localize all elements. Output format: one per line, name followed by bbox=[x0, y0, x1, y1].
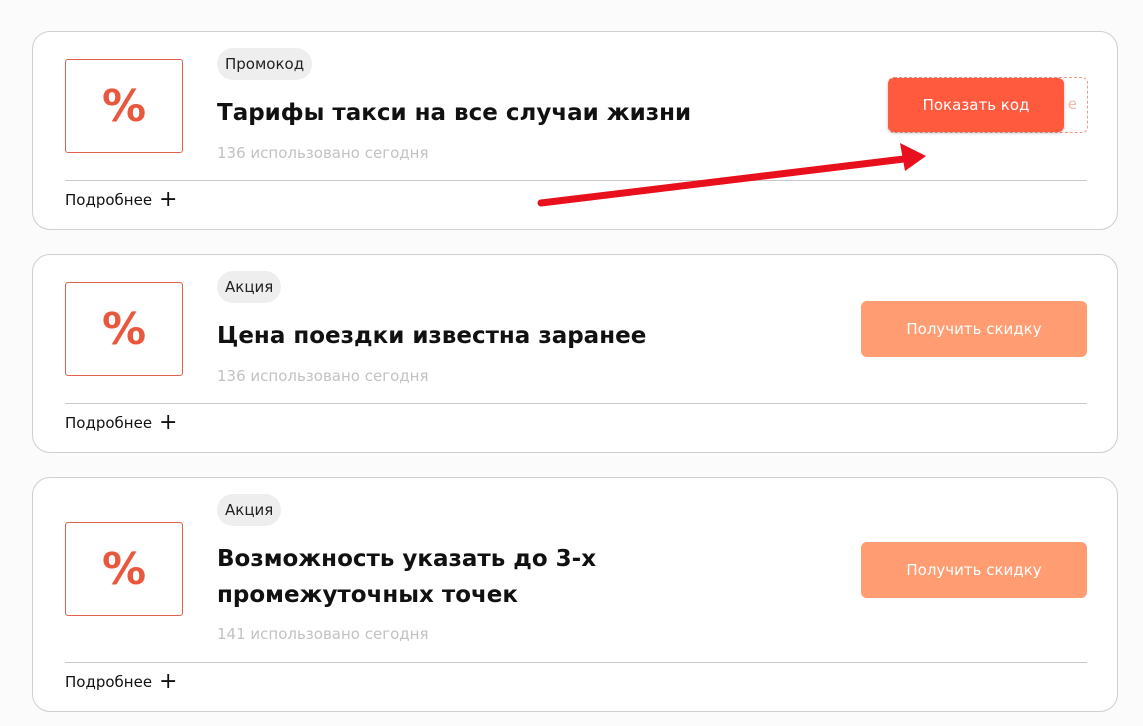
percent-icon: % bbox=[65, 59, 183, 153]
usage-count: 141 использовано сегодня bbox=[217, 625, 429, 643]
details-label: Подробнее bbox=[65, 673, 153, 691]
divider bbox=[65, 180, 1087, 181]
offer-card: % Акция Цена поездки известна заранее 13… bbox=[32, 254, 1118, 453]
show-code-button[interactable]: Показать код bbox=[888, 78, 1064, 132]
details-label: Подробнее bbox=[65, 191, 153, 209]
get-discount-button[interactable]: Получить скидку bbox=[861, 542, 1087, 598]
details-toggle[interactable]: Подробнее + bbox=[65, 669, 178, 694]
offer-title: Тарифы такси на все случаи жизни bbox=[217, 100, 692, 126]
offer-type-badge: Акция bbox=[217, 271, 282, 303]
offer-card: % Акция Возможность указать до 3-х проме… bbox=[32, 477, 1118, 712]
get-discount-button[interactable]: Получить скидку bbox=[861, 301, 1087, 357]
coupon-list: % Промокод Тарифы такси на все случаи жи… bbox=[0, 0, 1143, 726]
offer-title: Цена поездки известна заранее bbox=[217, 323, 647, 349]
percent-icon: % bbox=[65, 522, 183, 616]
divider bbox=[65, 403, 1087, 404]
usage-count: 136 использовано сегодня bbox=[217, 144, 429, 162]
plus-icon: + bbox=[159, 187, 178, 212]
offer-type-badge: Акция bbox=[217, 494, 282, 526]
divider bbox=[65, 662, 1087, 663]
details-toggle[interactable]: Подробнее + bbox=[65, 410, 178, 435]
offer-card: % Промокод Тарифы такси на все случаи жи… bbox=[32, 31, 1118, 230]
plus-icon: + bbox=[159, 410, 178, 435]
offer-type-badge: Промокод bbox=[217, 48, 313, 80]
details-toggle[interactable]: Подробнее + bbox=[65, 187, 178, 212]
usage-count: 136 использовано сегодня bbox=[217, 367, 429, 385]
details-label: Подробнее bbox=[65, 414, 153, 432]
percent-icon: % bbox=[65, 282, 183, 376]
plus-icon: + bbox=[159, 669, 178, 694]
offer-title: Возможность указать до 3-х промежуточных… bbox=[217, 546, 597, 608]
promo-code-peek: е bbox=[1067, 95, 1077, 113]
